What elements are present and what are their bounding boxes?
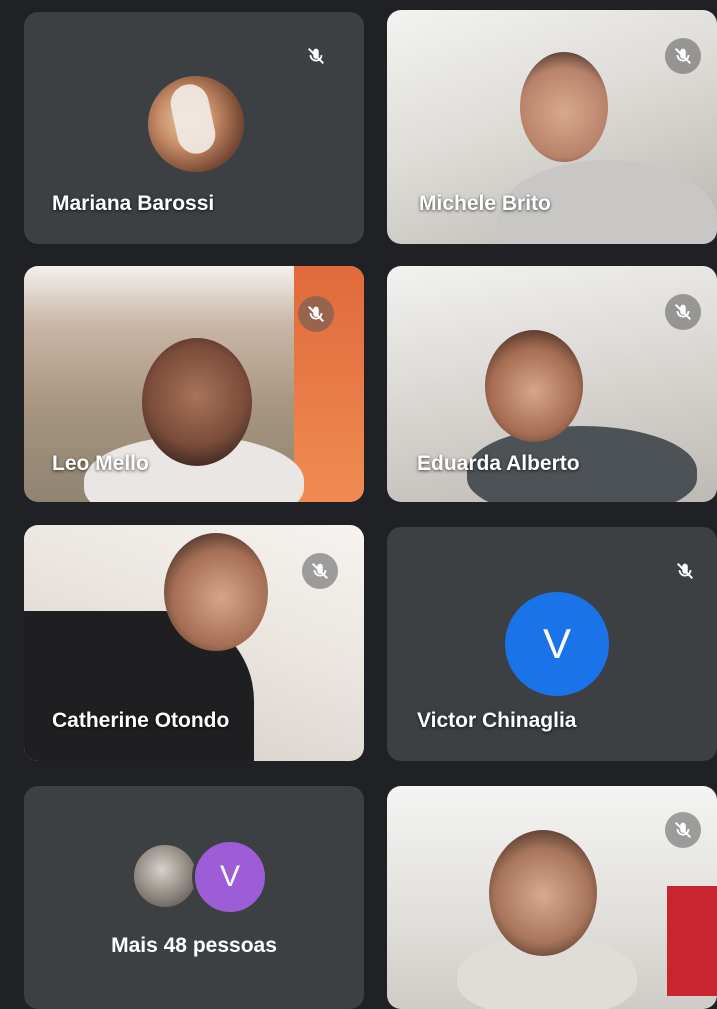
more-participants-tile[interactable]: V Mais 48 pessoas bbox=[24, 786, 364, 1009]
participant-avatar: V bbox=[192, 839, 268, 915]
mic-off-icon bbox=[298, 38, 334, 74]
more-participants-label: Mais 48 pessoas bbox=[111, 934, 277, 957]
participant-name: Catherine Otondo bbox=[52, 709, 230, 732]
mic-off-icon bbox=[298, 296, 334, 332]
participant-tile-leo-mello[interactable]: Leo Mello bbox=[24, 266, 364, 502]
participant-name: Eduarda Alberto bbox=[417, 452, 580, 475]
participant-name: Mariana Barossi bbox=[52, 192, 215, 215]
mic-off-icon bbox=[302, 553, 338, 589]
participant-avatar: V bbox=[505, 592, 609, 696]
mic-off-icon bbox=[665, 294, 701, 330]
mic-off-icon bbox=[667, 553, 703, 589]
participant-tile[interactable] bbox=[387, 786, 717, 1009]
participant-name: Michele Brito bbox=[419, 192, 551, 215]
participant-tile-mariana-barossi[interactable]: Mariana Barossi bbox=[24, 12, 364, 244]
participant-tile-eduarda-alberto[interactable]: Eduarda Alberto bbox=[387, 266, 717, 502]
participant-name: Leo Mello bbox=[52, 452, 149, 475]
participant-avatar bbox=[148, 76, 244, 172]
mic-off-icon bbox=[665, 812, 701, 848]
participant-tile-victor-chinaglia[interactable]: V Victor Chinaglia bbox=[387, 527, 717, 761]
mic-off-icon bbox=[665, 38, 701, 74]
participant-avatar bbox=[131, 842, 199, 910]
participant-tile-catherine-otondo[interactable]: Catherine Otondo bbox=[24, 525, 364, 761]
participant-name: Victor Chinaglia bbox=[417, 709, 577, 732]
participant-tile-michele-brito[interactable]: Michele Brito bbox=[387, 10, 717, 244]
